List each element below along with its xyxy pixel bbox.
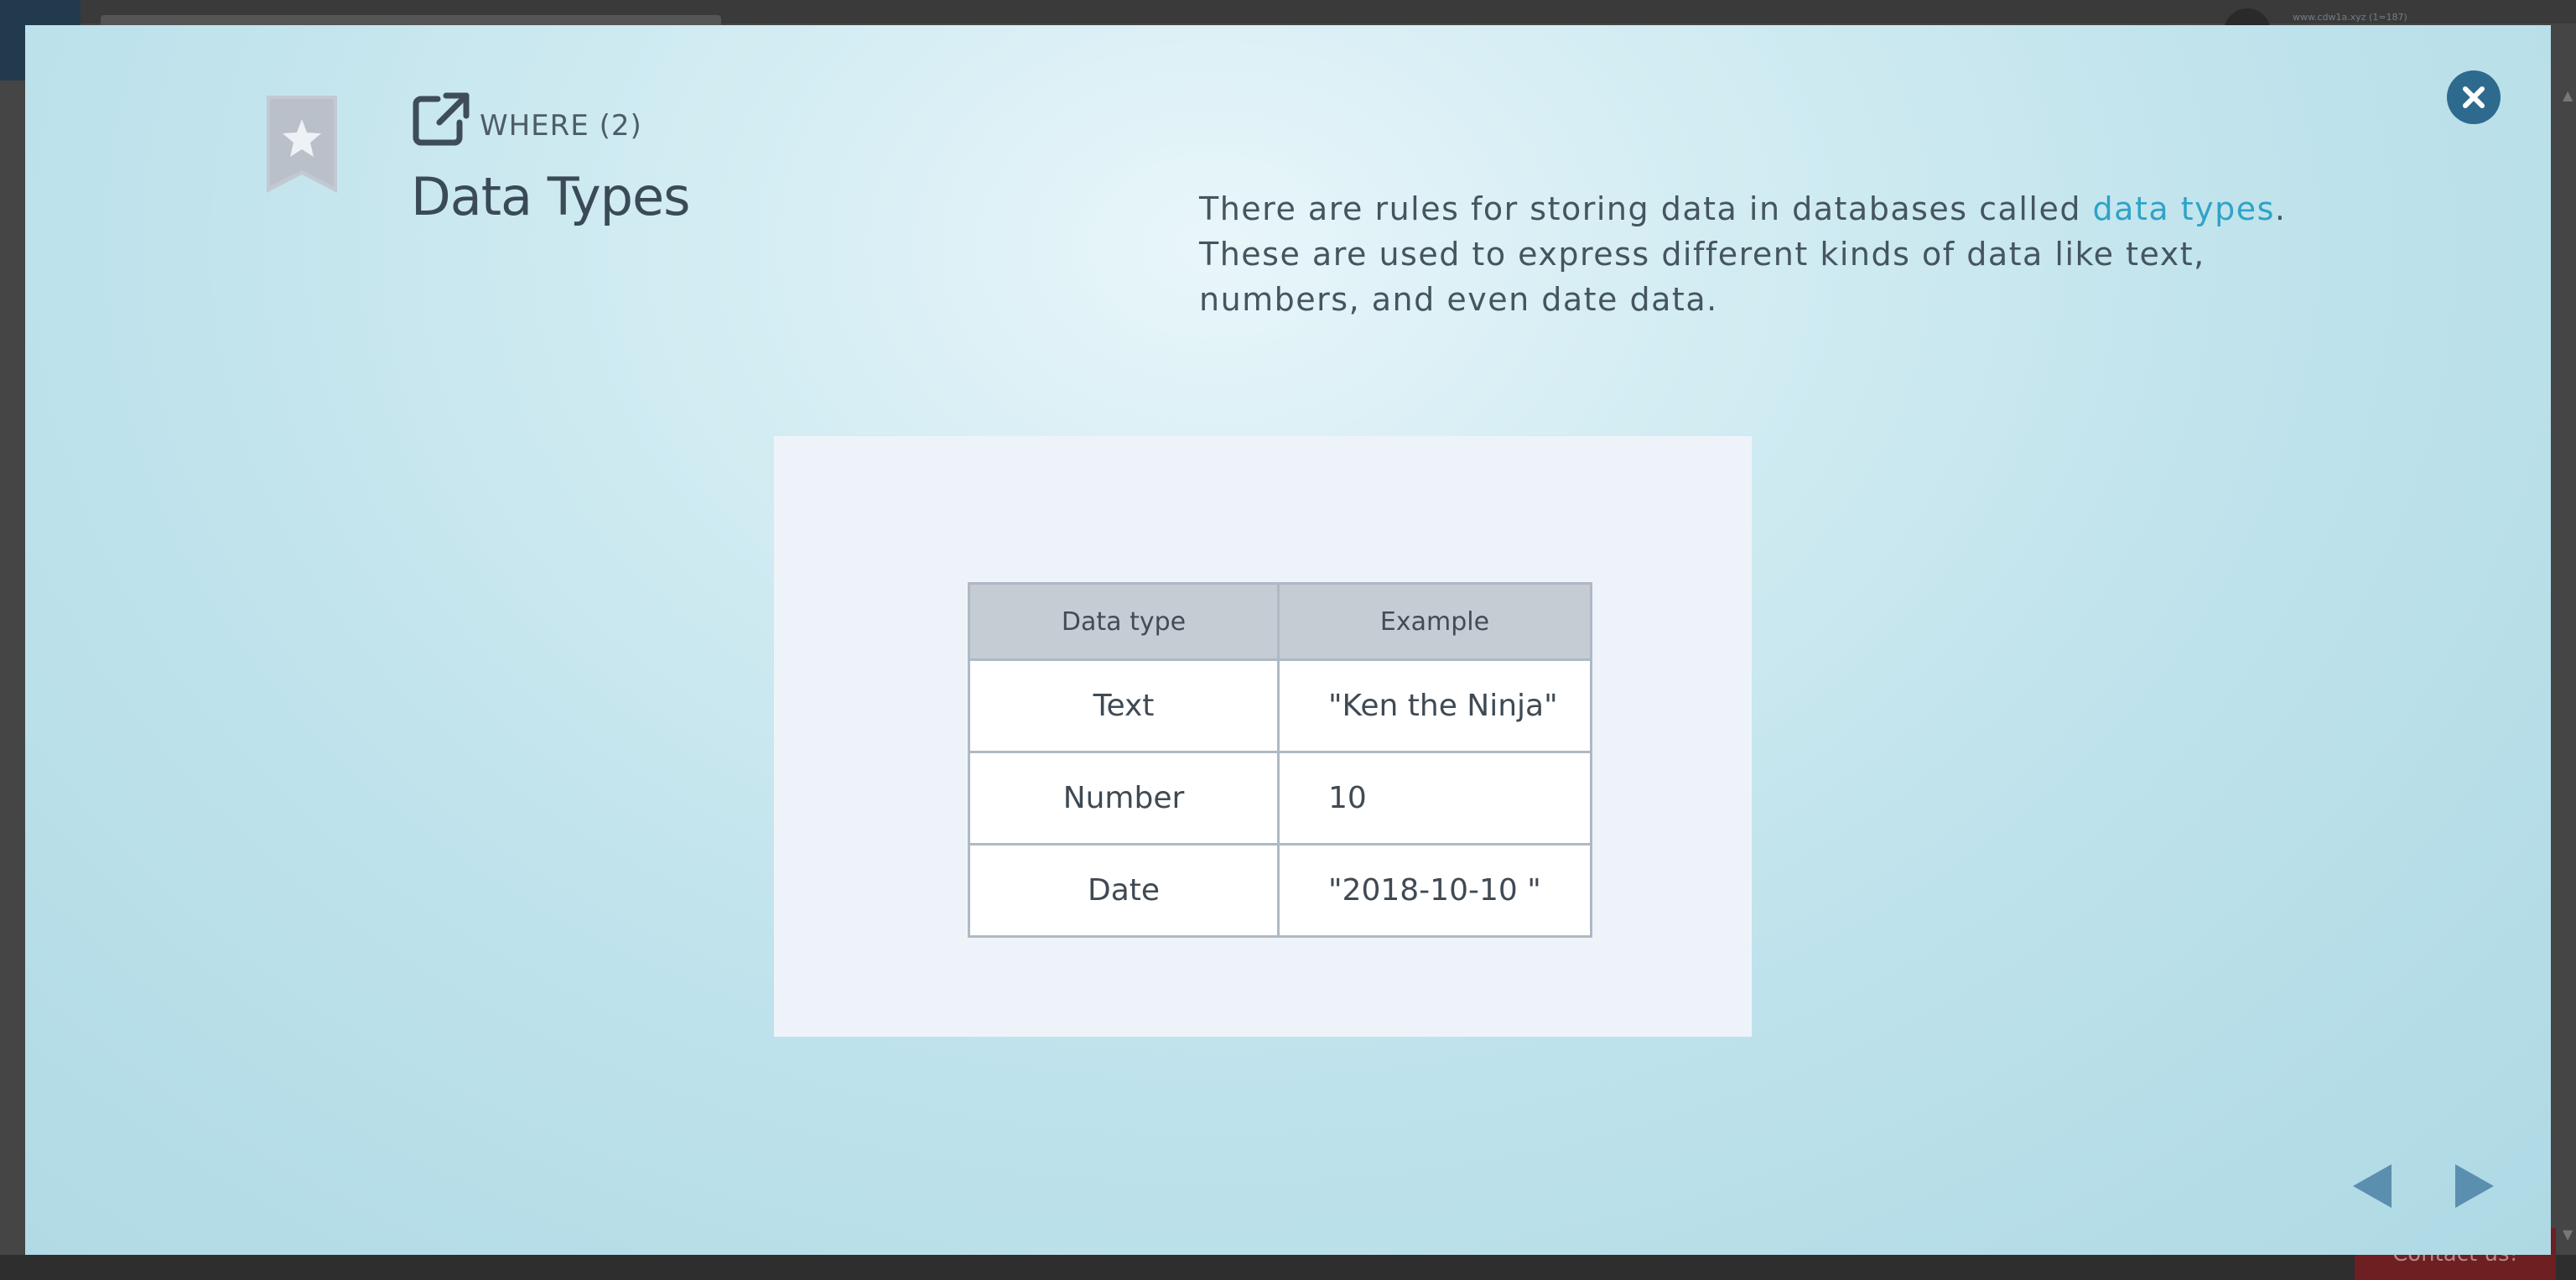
column-header-example: Example (1277, 582, 1592, 661)
table-cell-type: Date (968, 843, 1280, 938)
table-cell-type: Text (968, 658, 1280, 753)
description-text-start: There are rules for storing data in data… (1199, 190, 2093, 227)
arrow-left-icon (2353, 1164, 2392, 1208)
table-cell-type: Number (968, 751, 1280, 846)
bookmark-button[interactable] (267, 96, 337, 193)
column-header-data-type: Data type (968, 582, 1280, 661)
scroll-down-arrow[interactable]: ▼ (2563, 1226, 2573, 1242)
scroll-up-arrow[interactable]: ▲ (2563, 87, 2573, 103)
section-label: WHERE (2) (480, 109, 642, 143)
external-link-icon (413, 92, 470, 146)
table-row: Text "Ken the Ninja" (968, 658, 1592, 753)
close-icon (2463, 86, 2485, 108)
table-cell-example: "2018-10-10 " (1277, 843, 1592, 938)
table-row: Number 10 (968, 751, 1592, 846)
bookmark-star-icon (267, 96, 337, 193)
data-types-link[interactable]: data types (2093, 190, 2275, 227)
slide-description: There are rules for storing data in data… (1199, 186, 2306, 322)
table-cell-example: "Ken the Ninja" (1277, 658, 1592, 753)
background-bottombar (0, 1255, 2576, 1280)
table-cell-example: 10 (1277, 751, 1592, 846)
table-row: Date "2018-10-10 " (968, 843, 1592, 938)
table-header-row: Data type Example (968, 582, 1592, 661)
previous-slide-button[interactable] (2351, 1163, 2393, 1210)
background-url: www.cdw1a.xyz (1=187) (2293, 12, 2407, 23)
close-button[interactable] (2447, 70, 2501, 124)
external-link-button[interactable] (413, 91, 473, 146)
arrow-right-icon (2455, 1164, 2494, 1208)
data-types-table: Data type Example Text "Ken the Ninja" N… (968, 582, 1592, 938)
next-slide-button[interactable] (2454, 1163, 2496, 1210)
page-title: Data Types (411, 166, 690, 227)
